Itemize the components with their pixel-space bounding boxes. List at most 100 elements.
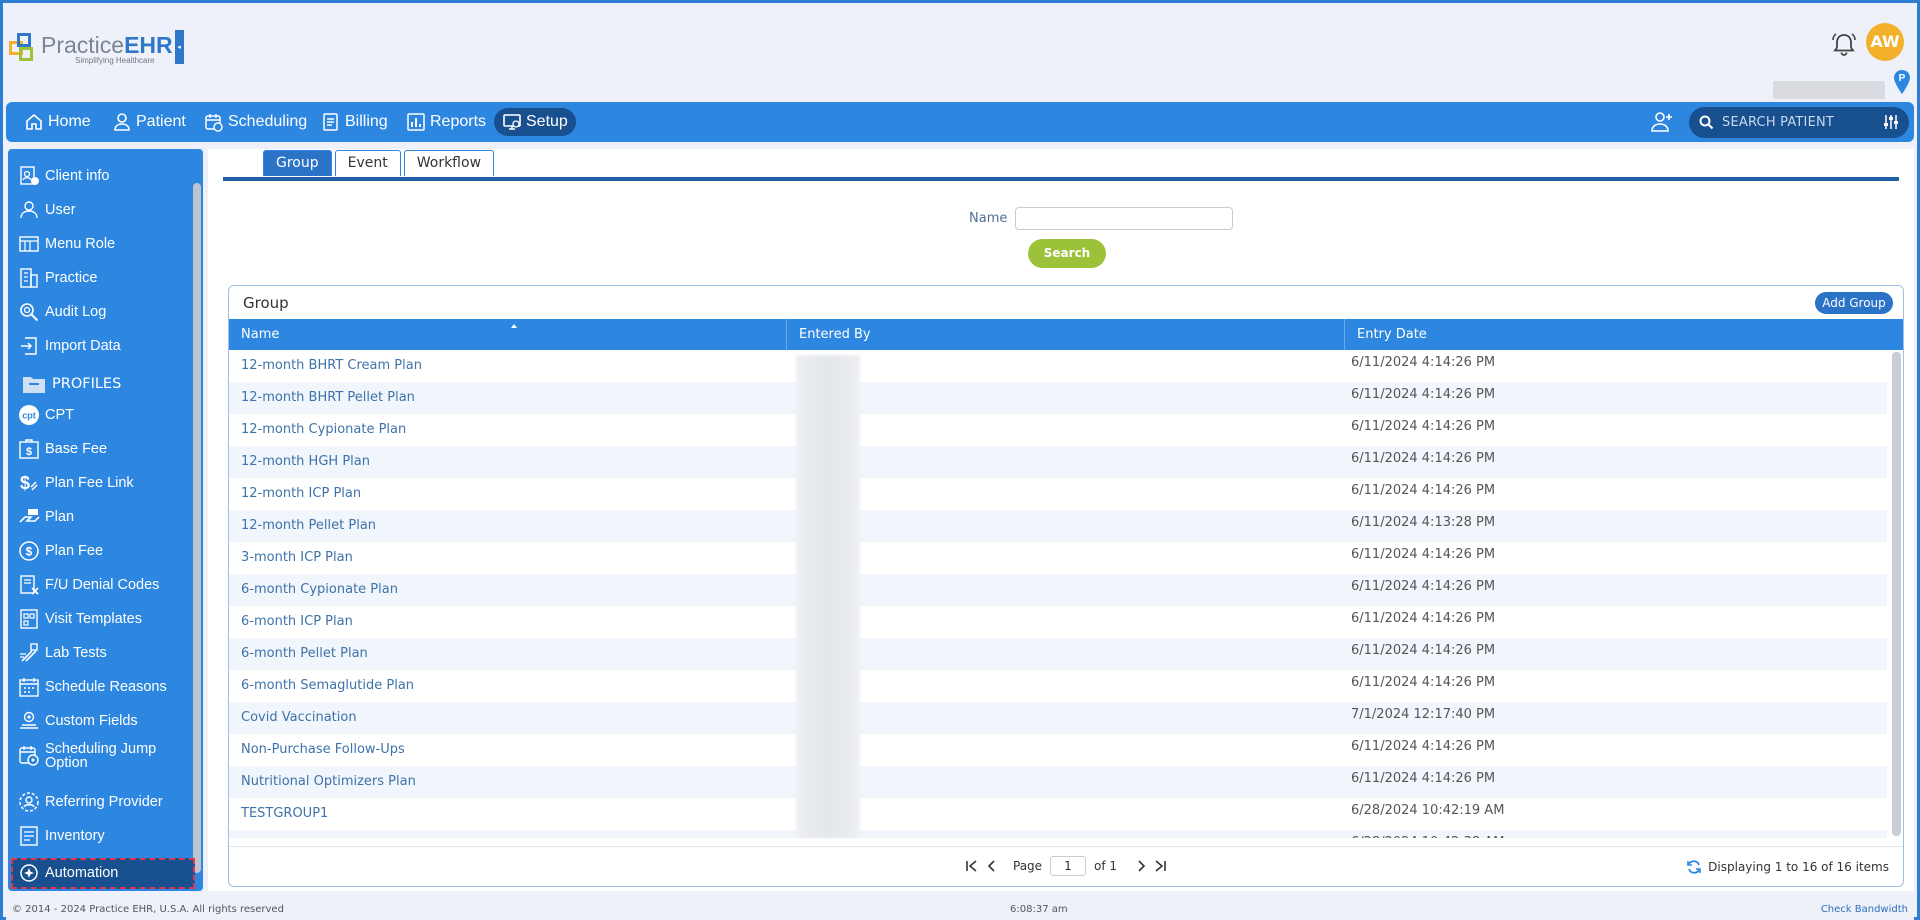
group-name-link[interactable]: Covid Vaccination: [241, 702, 357, 734]
group-name-link[interactable]: 6-month Semaglutide Plan: [241, 670, 414, 702]
sidebar-item-client-info[interactable]: Client info: [18, 165, 190, 187]
add-patient-icon[interactable]: [1650, 111, 1674, 133]
column-header-entered-by[interactable]: Entered By: [787, 319, 1345, 350]
folder-icon: [23, 377, 45, 393]
location-marker-icon[interactable]: P: [1893, 69, 1911, 95]
first-page-icon[interactable]: [965, 859, 979, 873]
group-name-link[interactable]: 6-month Pellet Plan: [241, 638, 368, 670]
sidebar-item-fu-denial-codes[interactable]: F/U Denial Codes: [18, 574, 190, 596]
entry-date-cell: 6/11/2024 4:13:28 PM: [1351, 515, 1496, 530]
nav-home[interactable]: Home: [18, 108, 97, 136]
audit-log-icon: [20, 303, 39, 322]
table-row[interactable]: 12-month ICP Plan 6/11/2024 4:14:26 PM: [229, 478, 1887, 510]
sidebar-item-plan-fee-link[interactable]: $ Plan Fee Link: [18, 472, 190, 494]
tab-group[interactable]: Group: [263, 150, 332, 176]
tab-event[interactable]: Event: [334, 150, 401, 176]
sidebar-item-plan[interactable]: Plan: [18, 506, 190, 528]
search-patient-input[interactable]: SEARCH PATIENT: [1689, 107, 1909, 138]
next-page-icon[interactable]: [1136, 859, 1146, 873]
sidebar-scrollbar[interactable]: [193, 183, 201, 873]
table-row[interactable]: 12-month BHRT Cream Plan 6/11/2024 4:14:2…: [229, 350, 1887, 382]
sidebar-item-import-data[interactable]: Import Data: [18, 335, 190, 357]
group-name-link[interactable]: 12-month ICP Plan: [241, 478, 361, 510]
entry-date-cell: 6/11/2024 4:14:26 PM: [1351, 355, 1496, 370]
table-row[interactable]: TESTGROUP2 6/28/2024 10:42:38 AM: [229, 830, 1887, 838]
group-name-link[interactable]: 12-month Cypionate Plan: [241, 414, 406, 446]
table-row[interactable]: 12-month Cypionate Plan 6/11/2024 4:14:26…: [229, 414, 1887, 446]
sidebar-item-cpt[interactable]: cpt CPT: [18, 404, 190, 426]
table-row[interactable]: 6-month ICP Plan 6/11/2024 4:14:26 PM: [229, 606, 1887, 638]
logo[interactable]: PracticeEHR Simplifying Healthcare ◂: [7, 30, 184, 67]
check-bandwidth-link[interactable]: Check Bandwidth: [1821, 904, 1908, 915]
group-name-link[interactable]: 6-month ICP Plan: [241, 606, 353, 638]
sidebar-item-base-fee[interactable]: $ Base Fee: [18, 438, 190, 460]
column-header-name[interactable]: Name: [229, 319, 787, 350]
nav-patient[interactable]: Patient: [106, 108, 192, 136]
nav-setup[interactable]: Setup: [494, 108, 576, 136]
page-number-input[interactable]: 1: [1050, 856, 1086, 876]
patient-icon: [114, 113, 130, 131]
table-row[interactable]: TESTGROUP1 6/28/2024 10:42:19 AM: [229, 798, 1887, 830]
group-name-link[interactable]: TESTGROUP2: [241, 830, 328, 838]
column-header-entry-date[interactable]: Entry Date: [1345, 319, 1903, 350]
sidebar-item-user[interactable]: User: [18, 199, 190, 221]
table-row[interactable]: Nutritional Optimizers Plan 6/11/2024 4:1…: [229, 766, 1887, 798]
entry-date-cell: 6/11/2024 4:14:26 PM: [1351, 675, 1496, 690]
nav-billing[interactable]: Billing: [315, 108, 394, 136]
table-row[interactable]: 12-month Pellet Plan 6/11/2024 4:13:28 PM: [229, 510, 1887, 542]
grid-scrollbar[interactable]: [1892, 352, 1901, 836]
sidebar-item-automation-label[interactable]: Automation: [18, 862, 190, 884]
entry-date-cell: 6/11/2024 4:14:26 PM: [1351, 419, 1496, 434]
search-button[interactable]: Search: [1028, 239, 1106, 268]
group-name-link[interactable]: 12-month Pellet Plan: [241, 510, 376, 542]
search-patient-placeholder: SEARCH PATIENT: [1722, 115, 1835, 130]
entry-date-cell: 6/11/2024 4:14:26 PM: [1351, 579, 1496, 594]
filter-settings-icon[interactable]: [1883, 114, 1899, 130]
group-name-link[interactable]: 12-month BHRT Cream Plan: [241, 350, 422, 382]
last-page-icon[interactable]: [1153, 859, 1167, 873]
sidebar-item-custom-fields[interactable]: Custom Fields: [18, 710, 190, 732]
group-name-link[interactable]: TESTGROUP1: [241, 798, 328, 830]
entry-date-cell: 6/11/2024 4:14:26 PM: [1351, 547, 1496, 562]
group-name-link[interactable]: Non-Purchase Follow-Ups: [241, 734, 405, 766]
table-row[interactable]: Covid Vaccination 7/1/2024 12:17:40 PM: [229, 702, 1887, 734]
table-row[interactable]: 6-month Pellet Plan 6/11/2024 4:14:26 PM: [229, 638, 1887, 670]
group-name-link[interactable]: 3-month ICP Plan: [241, 542, 353, 574]
table-row[interactable]: 6-month Cypionate Plan 6/11/2024 4:14:26 …: [229, 574, 1887, 606]
notification-bell-icon[interactable]: [1830, 31, 1858, 59]
name-filter-input[interactable]: [1015, 207, 1233, 230]
sidebar-item-scheduling-jump-option[interactable]: Scheduling Jump Option: [18, 742, 190, 770]
sidebar-item-lab-tests[interactable]: Lab Tests: [18, 642, 190, 664]
scheduling-icon: [205, 114, 223, 132]
app-window: PracticeEHR Simplifying Healthcare ◂ AW …: [0, 0, 1920, 920]
user-avatar[interactable]: AW: [1866, 23, 1904, 61]
setup-icon: [503, 114, 521, 130]
svg-text:$: $: [26, 446, 32, 458]
grid-header: Name Entered By Entry Date: [229, 319, 1903, 350]
table-row[interactable]: 12-month BHRT Pellet Plan 6/11/2024 4:14:…: [229, 382, 1887, 414]
sidebar-item-audit-log[interactable]: Audit Log: [18, 301, 190, 323]
group-name-link[interactable]: 12-month BHRT Pellet Plan: [241, 382, 415, 414]
grid-pager: Page 1 of 1 Displaying 1 to 16 of 16 ite…: [229, 846, 1903, 886]
sidebar-item-inventory[interactable]: Inventory: [18, 825, 190, 847]
table-row[interactable]: 3-month ICP Plan 6/11/2024 4:14:26 PM: [229, 542, 1887, 574]
table-row[interactable]: 6-month Semaglutide Plan 6/11/2024 4:14:2…: [229, 670, 1887, 702]
table-row[interactable]: Non-Purchase Follow-Ups 6/11/2024 4:14:26…: [229, 734, 1887, 766]
sidebar-item-visit-templates[interactable]: Visit Templates: [18, 608, 190, 630]
refresh-icon[interactable]: [1686, 859, 1702, 875]
group-name-link[interactable]: Nutritional Optimizers Plan: [241, 766, 416, 798]
add-group-button[interactable]: Add Group: [1815, 292, 1893, 314]
sidebar-item-referring-provider[interactable]: Referring Provider: [18, 791, 190, 813]
nav-scheduling[interactable]: Scheduling: [198, 108, 313, 136]
prev-page-icon[interactable]: [987, 859, 997, 873]
group-name-link[interactable]: 12-month HGH Plan: [241, 446, 370, 478]
sidebar-item-practice[interactable]: Practice: [18, 267, 190, 289]
table-row[interactable]: 12-month HGH Plan 6/11/2024 4:14:26 PM: [229, 446, 1887, 478]
sidebar-item-schedule-reasons[interactable]: Schedule Reasons: [18, 676, 190, 698]
nav-reports[interactable]: Reports: [400, 108, 492, 136]
visit-templates-icon: [20, 609, 38, 629]
tab-workflow[interactable]: Workflow: [403, 150, 495, 176]
sidebar-item-plan-fee[interactable]: $ Plan Fee: [18, 540, 190, 562]
group-name-link[interactable]: 6-month Cypionate Plan: [241, 574, 398, 606]
sidebar-item-menu-role[interactable]: Menu Role: [18, 233, 190, 255]
